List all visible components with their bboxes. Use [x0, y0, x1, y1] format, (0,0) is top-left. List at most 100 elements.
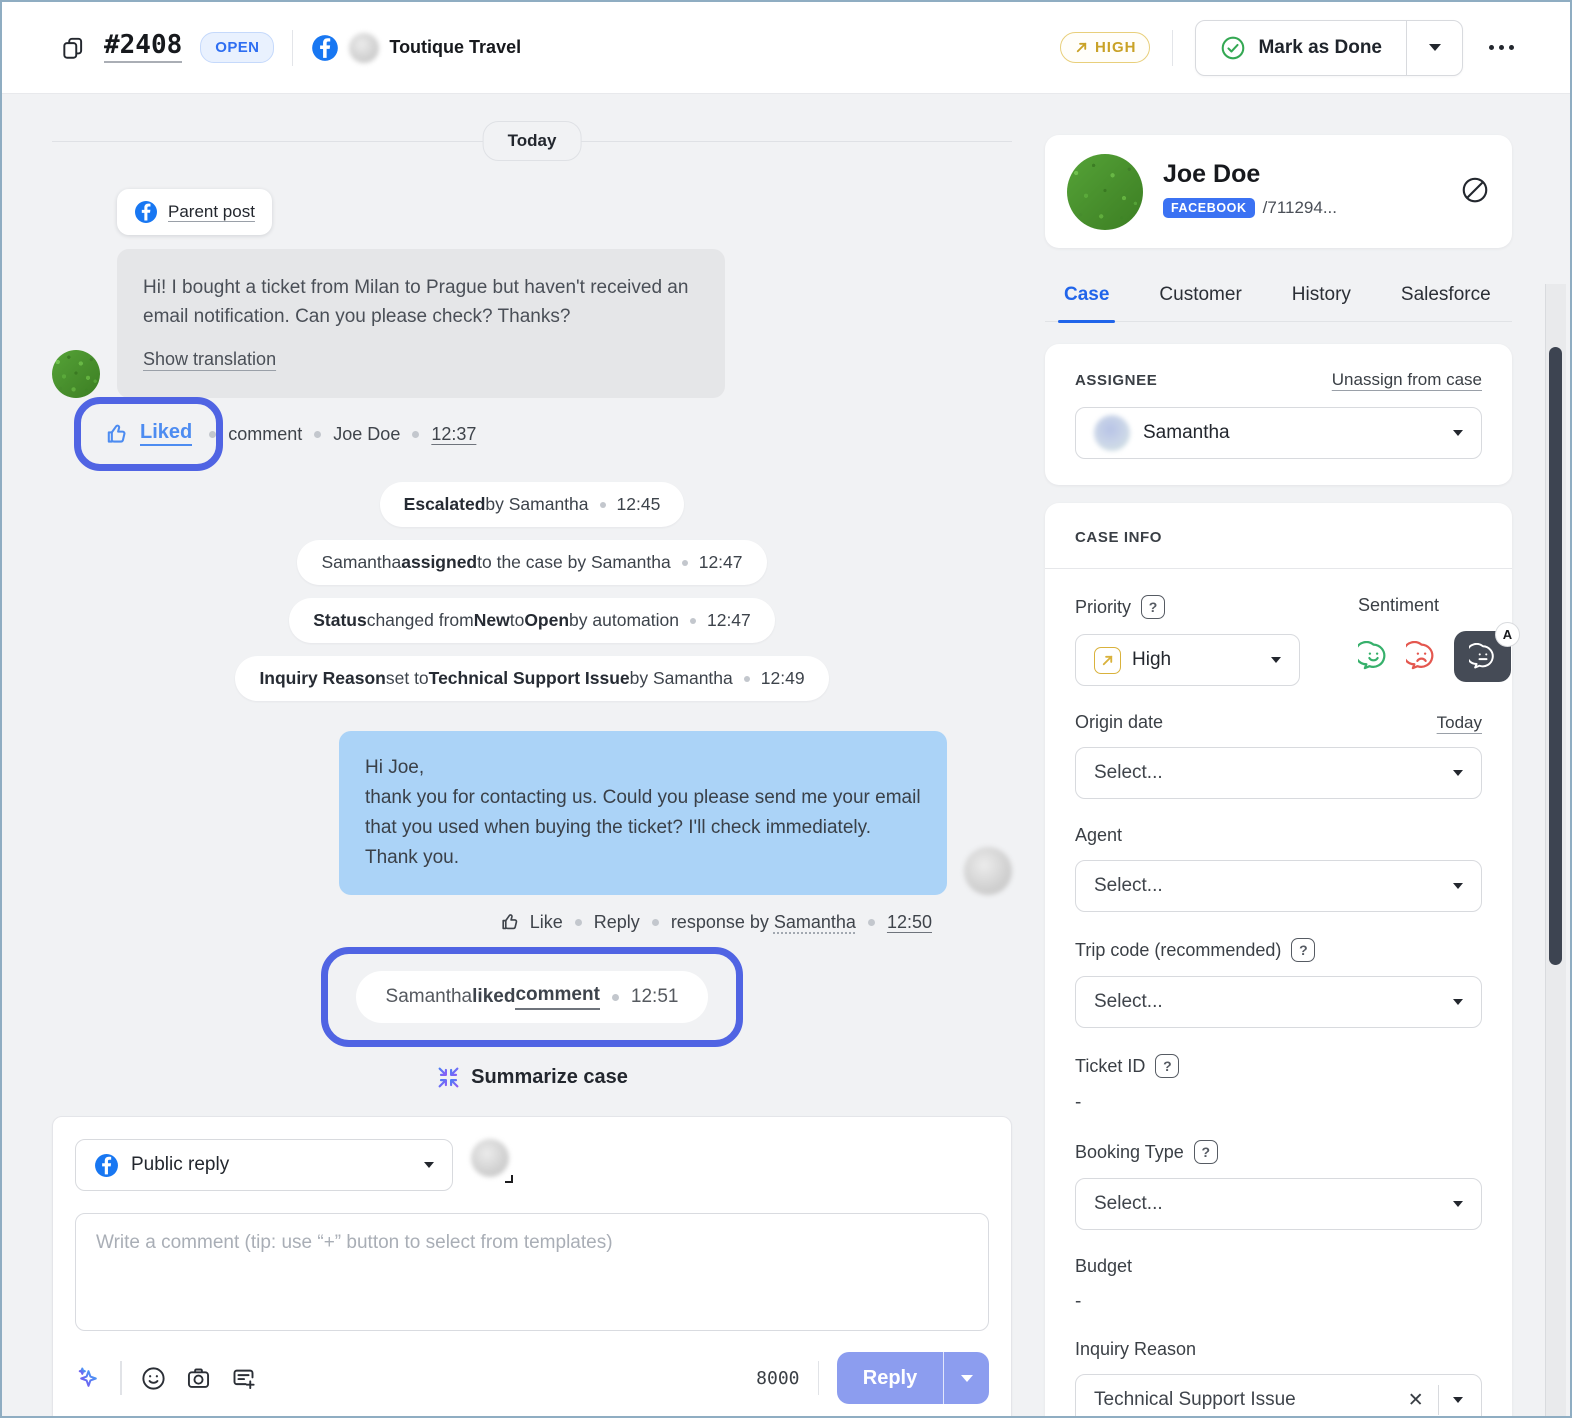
case-header: #2408 OPEN Toutique Travel [2, 2, 1570, 94]
response-author-link[interactable]: Samantha [774, 912, 856, 933]
reply-button-link[interactable]: Reply [594, 912, 640, 933]
inquiry-reason-select[interactable]: Technical Support Issue ✕ [1075, 1374, 1482, 1418]
comment-kind: comment [228, 424, 302, 445]
template-icon[interactable] [230, 1365, 257, 1392]
show-translation-link[interactable]: Show translation [143, 345, 276, 374]
agent-reply-line: Thank you. [365, 843, 921, 873]
auto-sentiment-badge: A [1495, 622, 1520, 647]
emoji-icon[interactable] [140, 1365, 167, 1392]
parent-post-link[interactable]: Parent post [117, 189, 272, 235]
sentiment-negative-icon[interactable] [1406, 641, 1437, 672]
summarize-case-button[interactable]: Summarize case [52, 1065, 1012, 1090]
arrow-up-right-icon [1074, 40, 1089, 55]
agent-select[interactable]: Select... [1075, 860, 1482, 912]
case-event-pill: Samantha assigned to the case by Samanth… [297, 540, 766, 585]
block-icon[interactable] [1460, 175, 1490, 205]
priority-badge[interactable]: HIGH [1060, 32, 1151, 63]
like-button[interactable]: Like [530, 912, 563, 933]
comment-author: Joe Doe [333, 424, 400, 445]
profile-avatar [1067, 154, 1143, 230]
case-info-title: CASE INFO [1045, 529, 1512, 546]
booking-type-label: Booking Type [1075, 1142, 1184, 1163]
help-icon[interactable]: ? [1155, 1054, 1179, 1078]
ticket-id-value: - [1075, 1092, 1482, 1114]
composer-avatar [471, 1139, 509, 1177]
more-options-button[interactable] [1485, 37, 1518, 58]
close-icon[interactable]: ✕ [1408, 1389, 1424, 1412]
chevron-down-icon [1271, 657, 1281, 663]
camera-icon[interactable] [185, 1365, 212, 1392]
case-event-time: 12:49 [761, 668, 805, 689]
agent-reply-line: Hi Joe, [365, 753, 921, 783]
agent-reply-bubble: Hi Joe, thank you for contacting us. Cou… [339, 731, 947, 895]
comment-input[interactable] [75, 1213, 989, 1331]
field-booking-type: Booking Type ? Select... [1045, 1140, 1512, 1230]
chevron-down-icon [1453, 1201, 1463, 1207]
field-agent: Agent Select... [1045, 825, 1512, 912]
reply-options-caret[interactable] [943, 1352, 989, 1404]
origin-date-select[interactable]: Select... [1075, 747, 1482, 799]
comment-time[interactable]: 12:37 [431, 424, 476, 445]
sentiment-positive-icon[interactable] [1358, 641, 1389, 672]
copy-icon[interactable] [60, 35, 86, 61]
mark-as-done-caret[interactable] [1406, 21, 1462, 75]
priority-select[interactable]: High [1075, 634, 1300, 686]
brand-account: Toutique Travel [311, 33, 521, 63]
facebook-icon [134, 200, 158, 224]
assignee-avatar [1094, 415, 1130, 451]
chevron-down-icon [1453, 1397, 1463, 1403]
comment-meta-row: Liked comment Joe Doe 12:37 [102, 414, 1012, 454]
sentiment-label: Sentiment [1358, 595, 1511, 616]
unassign-link[interactable]: Unassign from case [1332, 370, 1482, 390]
sidebar-scrollbar-thumb[interactable] [1549, 347, 1562, 965]
help-icon[interactable]: ? [1291, 938, 1315, 962]
reply-submit-button[interactable]: Reply [837, 1352, 943, 1404]
mark-as-done-button[interactable]: Mark as Done [1196, 21, 1406, 75]
response-by-label: response by [671, 912, 769, 933]
customer-profile-card: Joe Doe FACEBOOK /711294... [1045, 135, 1512, 248]
reply-composer: Public reply [52, 1116, 1012, 1418]
case-event-time: 12:47 [699, 552, 743, 573]
tab-history[interactable]: History [1290, 274, 1353, 321]
liked-event-time: 12:51 [631, 986, 679, 1008]
booking-type-select[interactable]: Select... [1075, 1178, 1482, 1230]
tab-salesforce[interactable]: Salesforce [1399, 274, 1493, 321]
annotation-highlight-liked-event: Samantha liked comment 12:51 [321, 947, 744, 1047]
facebook-icon [94, 1153, 119, 1178]
trip-code-select[interactable]: Select... [1075, 976, 1482, 1028]
customer-avatar [52, 350, 100, 398]
liked-link[interactable]: Liked [140, 422, 192, 446]
ai-sparkle-icon[interactable] [75, 1365, 102, 1392]
priority-label: Priority [1075, 597, 1131, 618]
reply-mode-select[interactable]: Public reply [75, 1139, 453, 1191]
origin-date-today-link[interactable]: Today [1437, 713, 1482, 733]
response-time[interactable]: 12:50 [887, 912, 932, 933]
case-id[interactable]: #2408 [104, 32, 182, 63]
brand-avatar [349, 33, 379, 63]
customer-message-text: Hi! I bought a ticket from Milan to Prag… [143, 273, 699, 331]
liked-event-target-link[interactable]: comment [515, 984, 599, 1010]
sentiment-neutral-icon[interactable]: A [1454, 631, 1511, 682]
divider [1172, 30, 1173, 66]
help-icon[interactable]: ? [1141, 595, 1165, 619]
app-window: #2408 OPEN Toutique Travel [0, 0, 1572, 1418]
liked-event-action: liked [472, 986, 515, 1008]
summarize-icon [436, 1065, 461, 1090]
budget-value: - [1075, 1291, 1482, 1313]
assignee-value: Samantha [1143, 422, 1230, 444]
field-origin-date: Origin date Today Select... [1045, 712, 1512, 799]
case-sidebar: Joe Doe FACEBOOK /711294... Case Custome… [1045, 94, 1512, 1416]
field-budget: Budget - [1045, 1256, 1512, 1313]
annotation-highlight-liked: Liked [74, 397, 223, 471]
inquiry-reason-label: Inquiry Reason [1075, 1339, 1482, 1360]
help-icon[interactable]: ? [1194, 1140, 1218, 1164]
parent-post-label: Parent post [168, 202, 255, 222]
chevron-down-icon [1453, 883, 1463, 889]
assignee-select[interactable]: Samantha [1075, 407, 1482, 459]
chevron-down-icon [1429, 44, 1441, 51]
tab-customer[interactable]: Customer [1157, 274, 1243, 321]
priority-value: High [1132, 649, 1171, 671]
chevron-down-icon [1453, 999, 1463, 1005]
tab-case[interactable]: Case [1062, 274, 1111, 321]
conversation-panel: Today Parent post Hi! I bought a ticket … [2, 95, 1042, 1416]
